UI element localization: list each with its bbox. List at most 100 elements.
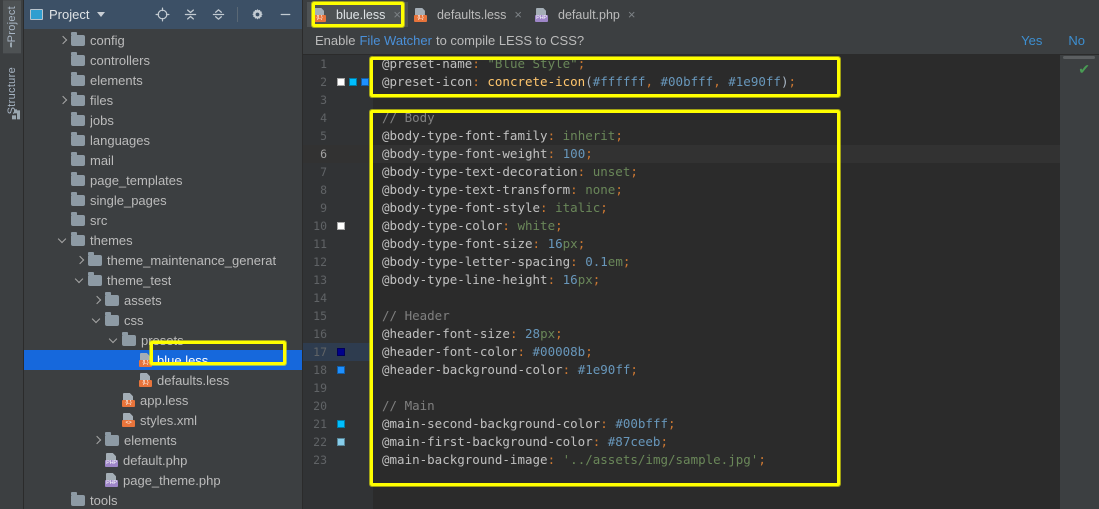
notification-no-button[interactable]: No — [1068, 33, 1085, 48]
code-line[interactable]: @body-type-color: white; — [373, 217, 1060, 235]
tree-row[interactable]: theme_maintenance_generat — [24, 250, 302, 270]
tree-row[interactable]: jobs — [24, 110, 302, 130]
code-line[interactable]: @main-first-background-color: #87ceeb; — [373, 433, 1060, 451]
tree-row[interactable]: tools — [24, 490, 302, 509]
color-swatch[interactable] — [337, 222, 345, 230]
tree-row[interactable]: presets — [24, 330, 302, 350]
gutter-line[interactable]: 10 — [303, 217, 373, 235]
code-line[interactable]: @body-type-font-style: italic; — [373, 199, 1060, 217]
editor-right-gutter[interactable]: ✔ — [1060, 55, 1099, 509]
color-swatch[interactable] — [337, 420, 345, 428]
color-swatch[interactable] — [337, 438, 345, 446]
chevron-down-icon[interactable] — [75, 275, 86, 286]
chevron-right-icon[interactable] — [92, 435, 103, 446]
gutter-line[interactable]: 21 — [303, 415, 373, 433]
gutter-line[interactable]: 23 — [303, 451, 373, 469]
code-line[interactable]: @header-font-color: #00008b; — [373, 343, 1060, 361]
chevron-right-icon[interactable] — [75, 255, 86, 266]
tree-row[interactable]: config — [24, 30, 302, 50]
code-line[interactable]: @body-type-letter-spacing: 0.1em; — [373, 253, 1060, 271]
gutter-line[interactable]: 15 — [303, 307, 373, 325]
chevron-down-icon[interactable] — [109, 335, 120, 346]
gutter-line[interactable]: 17 — [303, 343, 373, 361]
tree-row[interactable]: mail — [24, 150, 302, 170]
gutter-line[interactable]: 16 — [303, 325, 373, 343]
scrollbar-thumb[interactable] — [1063, 56, 1095, 59]
editor-gutter[interactable]: 1 2 3 4 5 6 7 8 9 10 11 12 13 14 15 16 17 18 19 20 21 22 23 — [303, 55, 373, 509]
gutter-line[interactable]: 2 — [303, 73, 373, 91]
code-line[interactable]: @preset-icon: concrete-icon(#ffffff, #00… — [373, 73, 1060, 91]
tree-row[interactable]: {L} app.less — [24, 390, 302, 410]
editor-tab-blue-less[interactable]: {L} blue.less × — [307, 2, 408, 27]
code-line[interactable]: @body-type-font-size: 16px; — [373, 235, 1060, 253]
editor-tab-default-php[interactable]: PHP default.php × — [529, 2, 642, 27]
gutter-line[interactable]: 6 — [303, 145, 373, 163]
code-line[interactable]: @main-background-image: '../assets/img/s… — [373, 451, 1060, 469]
expand-all-icon[interactable] — [179, 4, 201, 26]
code-line[interactable]: @header-font-size: 28px; — [373, 325, 1060, 343]
tree-row[interactable]: PHP default.php — [24, 450, 302, 470]
tree-row[interactable]: src — [24, 210, 302, 230]
color-swatch-group[interactable] — [337, 438, 345, 446]
tree-row[interactable]: single_pages — [24, 190, 302, 210]
gutter-line[interactable]: 20 — [303, 397, 373, 415]
gutter-line[interactable]: 7 — [303, 163, 373, 181]
tree-row[interactable]: controllers — [24, 50, 302, 70]
tool-tab-project[interactable]: Project — [2, 0, 21, 54]
code-line[interactable]: @body-type-font-weight: 100; — [373, 145, 1060, 163]
editor-tab-bar[interactable]: {L} blue.less × {L} defaults.less × PHP default… — [303, 0, 1099, 27]
gutter-line[interactable]: 8 — [303, 181, 373, 199]
locate-file-icon[interactable] — [151, 4, 173, 26]
tool-tab-structure[interactable]: Structure — [3, 61, 21, 125]
code-line[interactable]: // Main — [373, 397, 1060, 415]
gutter-line[interactable]: 14 — [303, 289, 373, 307]
color-swatch[interactable] — [361, 78, 369, 86]
code-line[interactable] — [373, 91, 1060, 109]
color-swatch[interactable] — [349, 78, 357, 86]
color-swatch-group[interactable] — [337, 348, 345, 356]
project-file-tree[interactable]: config controllers elements files jobs langua… — [24, 29, 302, 509]
color-swatch-group[interactable] — [337, 222, 345, 230]
code-line[interactable]: // Body — [373, 109, 1060, 127]
gutter-line[interactable]: 4 — [303, 109, 373, 127]
gutter-line[interactable]: 19 — [303, 379, 373, 397]
tree-row[interactable]: elements — [24, 70, 302, 90]
chevron-down-icon[interactable] — [97, 12, 106, 17]
chevron-down-icon[interactable] — [92, 315, 103, 326]
gutter-line[interactable]: 11 — [303, 235, 373, 253]
notification-yes-button[interactable]: Yes — [1021, 33, 1042, 48]
tree-row[interactable]: <> styles.xml — [24, 410, 302, 430]
gutter-line[interactable]: 22 — [303, 433, 373, 451]
tree-row[interactable]: files — [24, 90, 302, 110]
settings-gear-icon[interactable] — [246, 4, 268, 26]
chevron-right-icon[interactable] — [92, 295, 103, 306]
gutter-line[interactable]: 9 — [303, 199, 373, 217]
tree-row[interactable]: page_templates — [24, 170, 302, 190]
code-line[interactable] — [373, 289, 1060, 307]
code-line[interactable]: @main-second-background-color: #00bfff; — [373, 415, 1060, 433]
code-line[interactable]: // Header — [373, 307, 1060, 325]
gutter-line[interactable]: 1 — [303, 55, 373, 73]
collapse-all-icon[interactable] — [207, 4, 229, 26]
tree-row[interactable]: PHP page_theme.php — [24, 470, 302, 490]
tree-row[interactable]: assets — [24, 290, 302, 310]
tree-row[interactable]: elements — [24, 430, 302, 450]
tree-row[interactable]: css — [24, 310, 302, 330]
gutter-line[interactable]: 12 — [303, 253, 373, 271]
code-line[interactable]: @body-type-text-decoration: unset; — [373, 163, 1060, 181]
code-line[interactable]: @header-background-color: #1e90ff; — [373, 361, 1060, 379]
code-text-area[interactable]: @preset-name: "Blue Style"; @preset-icon:… — [373, 55, 1060, 509]
chevron-down-icon[interactable] — [58, 235, 69, 246]
color-swatch[interactable] — [337, 366, 345, 374]
tree-row[interactable]: theme_test — [24, 270, 302, 290]
chevron-right-icon[interactable] — [58, 95, 69, 106]
gutter-line[interactable]: 18 — [303, 361, 373, 379]
color-swatch[interactable] — [337, 78, 345, 86]
file-watcher-link[interactable]: File Watcher — [359, 33, 431, 48]
editor-tab-defaults-less[interactable]: {L} defaults.less × — [408, 2, 529, 27]
gutter-line[interactable]: 3 — [303, 91, 373, 109]
color-swatch[interactable] — [337, 348, 345, 356]
color-swatch-group[interactable] — [337, 78, 369, 86]
gutter-line[interactable]: 13 — [303, 271, 373, 289]
close-icon[interactable]: × — [514, 7, 522, 22]
